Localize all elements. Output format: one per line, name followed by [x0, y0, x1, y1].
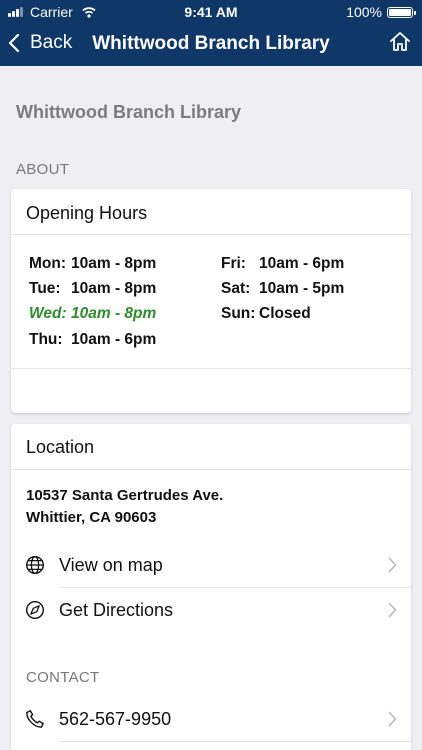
hours-day: Thu: [29, 331, 63, 348]
hours-row: Tue: 10am - 8pm [29, 280, 156, 298]
address-line-2: Whittier, CA 90603 [26, 509, 157, 526]
location-title: Location [26, 437, 95, 457]
divider [11, 234, 411, 235]
back-label: Back [30, 32, 73, 53]
globe-icon [25, 555, 45, 575]
hours-row: Fri: 10am - 6pm [221, 255, 344, 273]
get-directions-label: Get Directions [59, 600, 174, 620]
hours-time: 10am - 6pm [259, 255, 345, 272]
chevron-right-icon [388, 711, 397, 727]
get-directions-row[interactable]: Get Directions [11, 588, 411, 632]
home-icon[interactable] [388, 30, 412, 54]
chevron-left-icon [8, 33, 20, 53]
phone-number: 562-567-9950 [59, 709, 172, 729]
hours-day: Wed: [29, 305, 67, 322]
divider [11, 368, 411, 369]
hours-row: Thu: 10am - 6pm [29, 331, 156, 349]
battery-icon [387, 7, 416, 18]
divider [11, 469, 411, 470]
hours-row: Sun: Closed [221, 305, 311, 323]
hours-day: Sun: [221, 305, 256, 322]
hours-time: 10am - 8pm [71, 255, 157, 272]
hours-time: Closed [259, 305, 311, 322]
location-card: Location 10537 Santa Gertrudes Ave. Whit… [11, 424, 411, 750]
hours-time: 10am - 8pm [71, 305, 157, 322]
hours-time: 10am - 5pm [259, 280, 345, 297]
phone-row[interactable]: 562-567-9950 [11, 697, 411, 741]
status-bar: Carrier 9:41 AM 100% [0, 0, 422, 24]
navigation-bar: Carrier 9:41 AM 100% Back Whittwood Bran… [0, 0, 422, 66]
contact-section-label: CONTACT [26, 669, 100, 686]
hours-row-today: Wed: 10am - 8pm [29, 305, 156, 323]
opening-hours-card: Opening Hours Mon: 10am - 8pm Tue: 10am - … [11, 189, 411, 413]
divider [59, 741, 411, 742]
section-label-about: ABOUT [16, 161, 70, 178]
back-button[interactable]: Back [8, 31, 72, 55]
address-line-1: 10537 Santa Gertrudes Ave. [26, 487, 224, 504]
hours-day: Fri: [221, 255, 246, 272]
hours-row: Mon: 10am - 8pm [29, 255, 156, 273]
view-on-map-row[interactable]: View on map [11, 543, 411, 587]
chevron-right-icon [388, 557, 397, 573]
hours-day: Mon: [29, 255, 67, 272]
hours-day: Tue: [29, 280, 61, 297]
phone-icon [26, 710, 44, 728]
navigation-arrow-icon [25, 600, 45, 620]
page-heading: Whittwood Branch Library [16, 102, 241, 122]
chevron-right-icon [388, 602, 397, 618]
hours-row: Sat: 10am - 5pm [221, 280, 344, 298]
view-on-map-label: View on map [59, 555, 163, 575]
hours-time: 10am - 8pm [71, 280, 157, 297]
hours-day: Sat: [221, 280, 251, 297]
battery-percent: 100% [346, 4, 382, 20]
opening-hours-title: Opening Hours [26, 203, 148, 223]
hours-time: 10am - 6pm [71, 331, 157, 348]
